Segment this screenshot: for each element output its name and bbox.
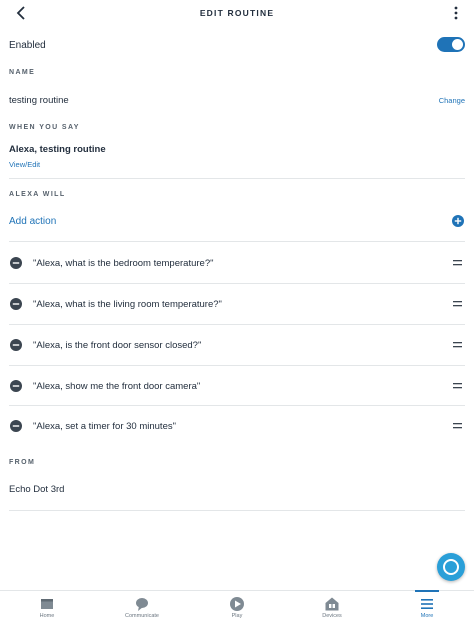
nav-item-devices[interactable]: Devices xyxy=(285,591,379,620)
enabled-toggle[interactable] xyxy=(437,37,465,52)
alexa-ring-icon xyxy=(443,559,459,575)
nav-label-devices: Devices xyxy=(322,613,342,619)
menu-icon xyxy=(421,599,433,609)
remove-circle-icon[interactable] xyxy=(10,257,22,269)
home-icon xyxy=(41,599,53,609)
more-options-icon[interactable] xyxy=(451,5,461,21)
alexa-voice-button[interactable] xyxy=(437,553,465,581)
change-name-link[interactable]: Change xyxy=(439,96,465,105)
nav-label-home: Home xyxy=(39,613,55,619)
divider xyxy=(9,510,465,511)
remove-circle-icon[interactable] xyxy=(10,298,22,310)
enabled-row: Enabled xyxy=(9,35,465,55)
nav-label-play: Play xyxy=(231,613,243,619)
device-name[interactable]: Echo Dot 3rd xyxy=(9,484,64,495)
nav-item-home[interactable]: Home xyxy=(0,591,94,620)
action-text: "Alexa, show me the front door camera" xyxy=(33,381,201,392)
remove-circle-icon[interactable] xyxy=(10,420,22,432)
action-row: "Alexa, is the front door sensor closed?… xyxy=(0,324,474,365)
nav-label-more: More xyxy=(420,613,434,619)
chat-bubble-icon xyxy=(136,598,148,611)
action-row: "Alexa, set a timer for 30 minutes" xyxy=(0,406,474,447)
page-title: EDIT ROUTINE xyxy=(199,8,275,18)
from-section-label: FROM xyxy=(9,459,36,466)
action-row: "Alexa, what is the living room temperat… xyxy=(0,283,474,324)
add-circle-icon[interactable] xyxy=(452,215,464,227)
drag-handle-icon[interactable] xyxy=(453,422,462,430)
toggle-knob xyxy=(452,39,463,50)
header-bar: EDIT ROUTINE xyxy=(0,0,474,26)
nav-item-more[interactable]: More xyxy=(380,590,474,620)
name-section-label: NAME xyxy=(9,69,36,76)
action-text: "Alexa, set a timer for 30 minutes" xyxy=(33,421,176,432)
enabled-label: Enabled xyxy=(9,40,46,51)
remove-circle-icon[interactable] xyxy=(10,339,22,351)
trigger-phrase: Alexa, testing routine xyxy=(9,144,106,155)
alexa-will-section-label: ALEXA WILL xyxy=(9,191,66,198)
add-action-button[interactable]: Add action xyxy=(9,216,56,227)
action-row: "Alexa, what is the bedroom temperature?… xyxy=(0,242,474,283)
active-tab-indicator xyxy=(415,590,439,592)
remove-circle-icon[interactable] xyxy=(10,380,22,392)
nav-item-play[interactable]: Play xyxy=(190,591,284,620)
play-icon xyxy=(230,597,244,611)
nav-label-communicate: Communicate xyxy=(125,613,159,619)
routine-name: testing routine xyxy=(9,95,69,106)
when-you-say-section-label: WHEN YOU SAY xyxy=(9,124,80,131)
action-text: "Alexa, what is the living room temperat… xyxy=(33,299,222,310)
view-edit-link[interactable]: View/Edit xyxy=(9,160,40,169)
drag-handle-icon[interactable] xyxy=(453,259,462,267)
action-row: "Alexa, show me the front door camera" xyxy=(0,365,474,406)
action-text: "Alexa, is the front door sensor closed?… xyxy=(33,340,202,351)
nav-item-communicate[interactable]: Communicate xyxy=(95,591,189,620)
divider xyxy=(9,178,465,179)
drag-handle-icon[interactable] xyxy=(453,341,462,349)
bottom-nav: Home Communicate Play Devices More xyxy=(0,590,474,620)
devices-icon xyxy=(325,597,339,611)
drag-handle-icon[interactable] xyxy=(453,300,462,308)
action-text: "Alexa, what is the bedroom temperature?… xyxy=(33,258,214,269)
drag-handle-icon[interactable] xyxy=(453,382,462,390)
